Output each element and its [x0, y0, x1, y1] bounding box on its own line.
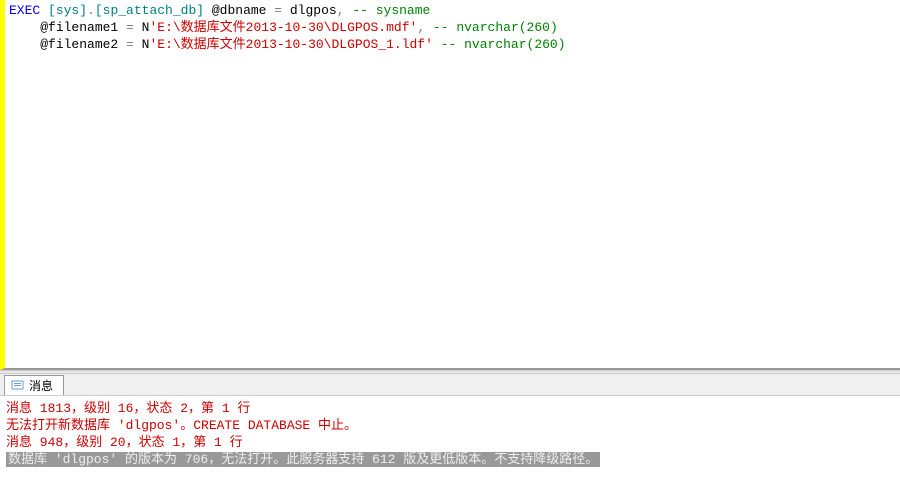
schema-ident: [sys]	[40, 3, 87, 18]
string-filename1: 'E:\数据库文件2013-10-30\DLGPOS.mdf'	[149, 20, 417, 35]
equals: =	[126, 20, 134, 35]
equals: =	[274, 3, 282, 18]
indent	[9, 37, 40, 52]
message-line: 无法打开新数据库 'dlgpos'。CREATE DATABASE 中止。	[6, 417, 894, 434]
comma: ,	[337, 3, 345, 18]
param-filename2: @filename2	[40, 37, 126, 52]
string-filename2: 'E:\数据库文件2013-10-30\DLGPOS_1.ldf'	[149, 37, 432, 52]
param-filename1: @filename1	[40, 20, 126, 35]
messages-tab[interactable]: 消息	[4, 375, 64, 395]
messages-icon	[11, 380, 25, 392]
proc-ident: [sp_attach_db]	[95, 3, 204, 18]
dot-sep: .	[87, 3, 95, 18]
message-line: 消息 1813，级别 16，状态 2，第 1 行	[6, 400, 894, 417]
comma: ,	[417, 20, 425, 35]
keyword-exec: EXEC	[9, 3, 40, 18]
comment-nvarchar2: -- nvarchar(260)	[433, 37, 566, 52]
message-line-selected: 数据库 'dlgpos' 的版本为 706，无法打开。此服务器支持 612 版及…	[6, 451, 894, 468]
indent	[9, 20, 40, 35]
messages-pane[interactable]: 消息 1813，级别 16，状态 2，第 1 行 无法打开新数据库 'dlgpo…	[0, 396, 900, 472]
param-dbname: @dbname	[204, 3, 274, 18]
sql-editor[interactable]: EXEC [sys].[sp_attach_db] @dbname = dlgp…	[0, 0, 900, 370]
comment-sysname: -- sysname	[345, 3, 431, 18]
message-line: 消息 948，级别 20，状态 1，第 1 行	[6, 434, 894, 451]
equals: =	[126, 37, 134, 52]
dbname-value: dlgpos	[282, 3, 337, 18]
n-prefix: N	[134, 20, 150, 35]
comment-nvarchar1: -- nvarchar(260)	[425, 20, 558, 35]
messages-tab-label: 消息	[29, 377, 53, 394]
results-tab-bar: 消息	[0, 374, 900, 396]
n-prefix: N	[134, 37, 150, 52]
